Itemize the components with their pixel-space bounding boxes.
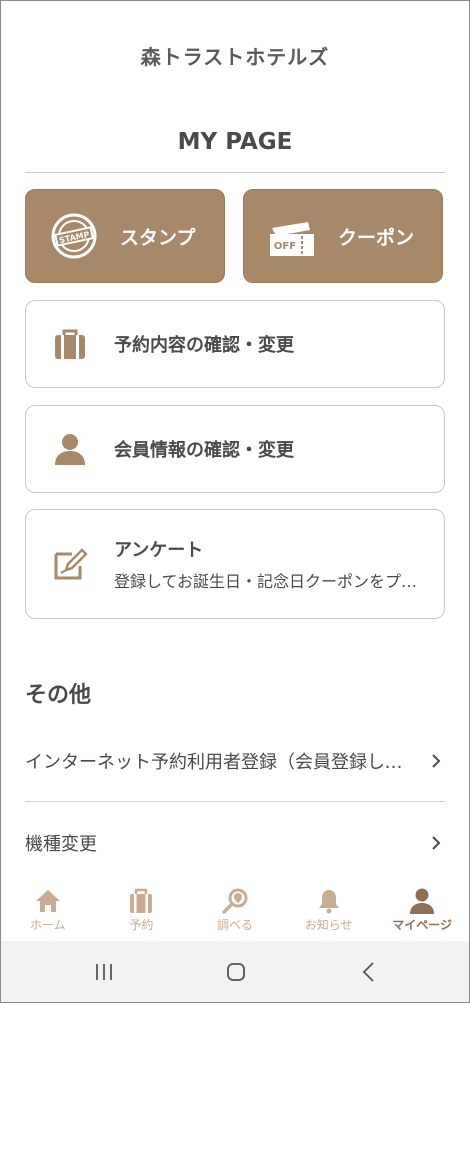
internet-registration-row[interactable]: インターネット予約利用者登録（会員登録してからご利用ください） (25, 741, 445, 781)
page-title: MY PAGE (177, 129, 293, 155)
list-divider (25, 801, 445, 802)
internet-registration-label: インターネット予約利用者登録（会員登録してからご利用ください） (25, 752, 410, 773)
coupon-icon-text: OFF (274, 241, 296, 252)
coupon-button[interactable]: OFF クーポン (243, 189, 443, 283)
other-section-title: その他 (25, 683, 92, 708)
tab-mypage-label: マイページ (392, 918, 453, 932)
survey-card[interactable]: アンケート 登録してお誕生日・記念日クーポンをプレゼント (25, 509, 445, 619)
chevron-right-icon (432, 836, 441, 850)
stamp-icon: STAMP (51, 213, 97, 259)
stamp-button[interactable]: STAMP スタンプ (25, 189, 225, 283)
edit-note-icon (54, 548, 88, 580)
bottom-tab-bar: ホーム 予約 調べる お知らせ マイページ (1, 881, 469, 941)
reservation-card-title: 予約内容の確認・変更 (114, 335, 294, 356)
tab-reservation-label: 予約 (129, 918, 154, 932)
tab-reservation[interactable]: 予約 (95, 881, 189, 941)
brand-logo: 森トラストホテルズ (140, 45, 330, 69)
member-card-title: 会員情報の確認・変更 (114, 440, 294, 461)
user-icon (410, 888, 435, 914)
stamp-label: スタンプ (120, 226, 196, 249)
tab-search-label: 調べる (216, 918, 253, 932)
app-screen: 森トラストホテルズ MY PAGE STAMP スタンプ OFF クーポン 予約… (0, 0, 470, 1003)
chevron-right-icon (432, 754, 441, 768)
tab-notifications-label: お知らせ (304, 918, 353, 932)
home-icon (35, 890, 60, 912)
back-icon[interactable] (355, 958, 383, 986)
reservation-card[interactable]: 予約内容の確認・変更 (25, 300, 445, 388)
recent-apps-icon[interactable] (91, 958, 119, 986)
bell-icon (318, 890, 339, 914)
member-card[interactable]: 会員情報の確認・変更 (25, 405, 445, 493)
tab-search[interactable]: 調べる (188, 881, 282, 941)
title-divider (25, 172, 445, 173)
briefcase-icon (130, 888, 153, 913)
coupon-icon: OFF (270, 222, 314, 256)
tab-mypage[interactable]: マイページ (375, 881, 469, 941)
briefcase-icon (55, 329, 85, 359)
system-navigation-bar (1, 941, 469, 1002)
tab-notifications[interactable]: お知らせ (282, 881, 376, 941)
user-icon (55, 434, 85, 465)
tab-home-label: ホーム (29, 918, 66, 932)
device-change-label: 機種変更 (25, 834, 97, 855)
survey-card-title: アンケート (114, 540, 204, 561)
survey-card-subtitle: 登録してお誕生日・記念日クーポンをプレゼント (114, 572, 424, 591)
device-change-row[interactable]: 機種変更 (25, 823, 445, 863)
coupon-label: クーポン (338, 226, 415, 249)
system-home-icon[interactable] (222, 958, 250, 986)
tab-home[interactable]: ホーム (1, 881, 95, 941)
search-location-icon (222, 888, 248, 914)
